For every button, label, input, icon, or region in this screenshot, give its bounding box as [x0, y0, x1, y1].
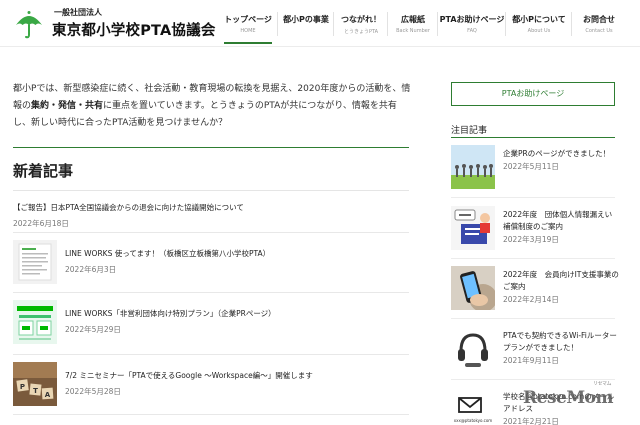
watermark-ruby: リセマム	[593, 381, 612, 387]
svg-text:A: A	[45, 391, 51, 399]
nav-label: 広報紙	[401, 15, 425, 24]
featured-divider	[451, 258, 615, 259]
article-date: 2022年6月3日	[65, 265, 117, 274]
article-title-link[interactable]: LINE WORKS「非営利団体向け特別プラン」（企業PRページ）	[65, 308, 276, 319]
featured-date: 2022年3月19日	[503, 235, 559, 244]
nav-sub: FAQ	[467, 28, 477, 34]
article-date: 2022年5月28日	[65, 387, 121, 396]
watermark-text: ReseMom	[523, 388, 613, 408]
section-title-divider	[13, 190, 409, 191]
resemom-watermark: ReseMom リセマム	[523, 381, 613, 408]
nav-item-home[interactable]: トップページ HOME	[218, 8, 278, 44]
nav-label: つながれ！	[341, 15, 381, 24]
nav-label: 都小Pについて	[512, 15, 566, 24]
logo-title: 東京都小学校PTA協議会	[52, 23, 216, 39]
svg-text:P: P	[20, 383, 25, 391]
article-title-link[interactable]: LINE WORKS 使ってます！（板橋区立板橋第八小学校PTA）	[65, 248, 270, 259]
doc-thumb[interactable]	[13, 240, 57, 284]
nav-sub: Back Number	[396, 28, 430, 34]
intro-text: 都小Pでは、新型感染症に続く、社会活動・教育現場の転換を見据え、2020年度から…	[13, 81, 413, 132]
nav-label: お問合せ	[583, 15, 615, 24]
svg-text:T: T	[33, 387, 38, 395]
article-title-link[interactable]: 【ご報告】日本PTA全国協議会からの退会に向けた協議開始について	[13, 202, 409, 213]
article-divider	[13, 232, 409, 233]
nav-item-projects[interactable]: 都小Pの事業	[278, 8, 334, 44]
featured-date: 2022年2月14日	[503, 295, 559, 304]
article-date: 2022年6月18日	[13, 219, 69, 228]
section-title-new-articles: 新着記事	[13, 162, 74, 180]
nav-item-newsletter[interactable]: 広報紙 Back Number	[388, 8, 438, 44]
intro-bold: 集約・発信・共有	[31, 101, 104, 111]
section-divider	[13, 147, 409, 148]
pta-blocks-thumb[interactable]: P T A	[13, 362, 57, 406]
article-divider	[13, 354, 409, 355]
featured-articles-title: 注目記事	[451, 126, 488, 136]
lineworks-thumb[interactable]	[13, 300, 57, 344]
article-divider	[13, 414, 409, 415]
nav-label: 都小Pの事業	[283, 15, 329, 24]
info-thumb[interactable]	[451, 206, 495, 250]
router-thumb[interactable]	[451, 327, 495, 371]
featured-divider	[451, 197, 615, 198]
featured-title-link[interactable]: 企業PRのページができました！	[503, 148, 619, 160]
umbrella-logo-icon	[16, 11, 42, 39]
nav-item-faq[interactable]: PTAお助けページ FAQ	[438, 8, 506, 44]
site-header: 一般社団法人 東京都小学校PTA協議会 トップページ HOME 都小Pの事業 つ…	[0, 0, 640, 46]
featured-divider	[451, 379, 615, 380]
mail-thumb[interactable]: xxx@ptatokyo.com	[451, 388, 495, 425]
nav-item-about[interactable]: 都小Pについて About Us	[506, 8, 572, 44]
featured-title-link[interactable]: 2022年度 会員向けIT支援事業のご案内	[503, 269, 619, 293]
featured-date: 2021年9月11日	[503, 356, 559, 365]
featured-item: 企業PRのページができました！ 2022年5月11日	[451, 145, 621, 193]
nav-item-contact[interactable]: お問合せ Contact Us	[572, 8, 626, 44]
nav-label: トップページ	[224, 15, 272, 24]
featured-item: 2022年度 会員向けIT支援事業のご案内 2022年2月14日	[451, 266, 621, 314]
people-thumb[interactable]	[451, 145, 495, 189]
article-date: 2022年5月29日	[65, 325, 121, 334]
featured-title-link[interactable]: PTAでも契約できるWi-Fiルータープランができました！	[503, 330, 619, 354]
nav-item-tsunagare[interactable]: つながれ！ とうきょうPTA	[334, 8, 388, 44]
nav-sub: Contact Us	[585, 28, 613, 34]
header-divider	[0, 46, 640, 47]
logo-small-text: 一般社団法人	[54, 8, 102, 17]
featured-divider	[451, 137, 615, 138]
phone-thumb[interactable]	[451, 266, 495, 310]
nav-label: PTAお助けページ	[439, 15, 505, 24]
site-logo[interactable]: 一般社団法人 東京都小学校PTA協議会	[14, 7, 216, 41]
article-item: 【ご報告】日本PTA全国協議会からの退会に向けた協議開始について 2022年6月…	[13, 202, 409, 229]
pta-help-page-button[interactable]: PTAお助けページ	[451, 82, 615, 106]
featured-divider	[451, 318, 615, 319]
nav-sub: HOME	[240, 28, 256, 34]
nav-sub: About Us	[527, 28, 551, 34]
featured-date: 2022年5月11日	[503, 162, 559, 171]
mail-thumb-caption: xxx@ptatokyo.com	[454, 418, 493, 423]
article-divider	[13, 292, 409, 293]
featured-title-link[interactable]: 2022年度 団体個人情報漏えい補償制度のご案内	[503, 209, 619, 233]
featured-date: 2021年2月21日	[503, 417, 559, 425]
main-nav: トップページ HOME 都小Pの事業 つながれ！ とうきょうPTA 広報紙 Ba…	[218, 8, 626, 44]
featured-item: PTAでも契約できるWi-Fiルータープランができました！ 2021年9月11日	[451, 327, 621, 375]
featured-item: 2022年度 団体個人情報漏えい補償制度のご案内 2022年3月19日	[451, 206, 621, 254]
article-title-link[interactable]: 7/2 ミニセミナー「PTAで使えるGoogle ～Workspace編～」開催…	[65, 370, 313, 381]
nav-sub: とうきょうPTA	[343, 29, 379, 35]
